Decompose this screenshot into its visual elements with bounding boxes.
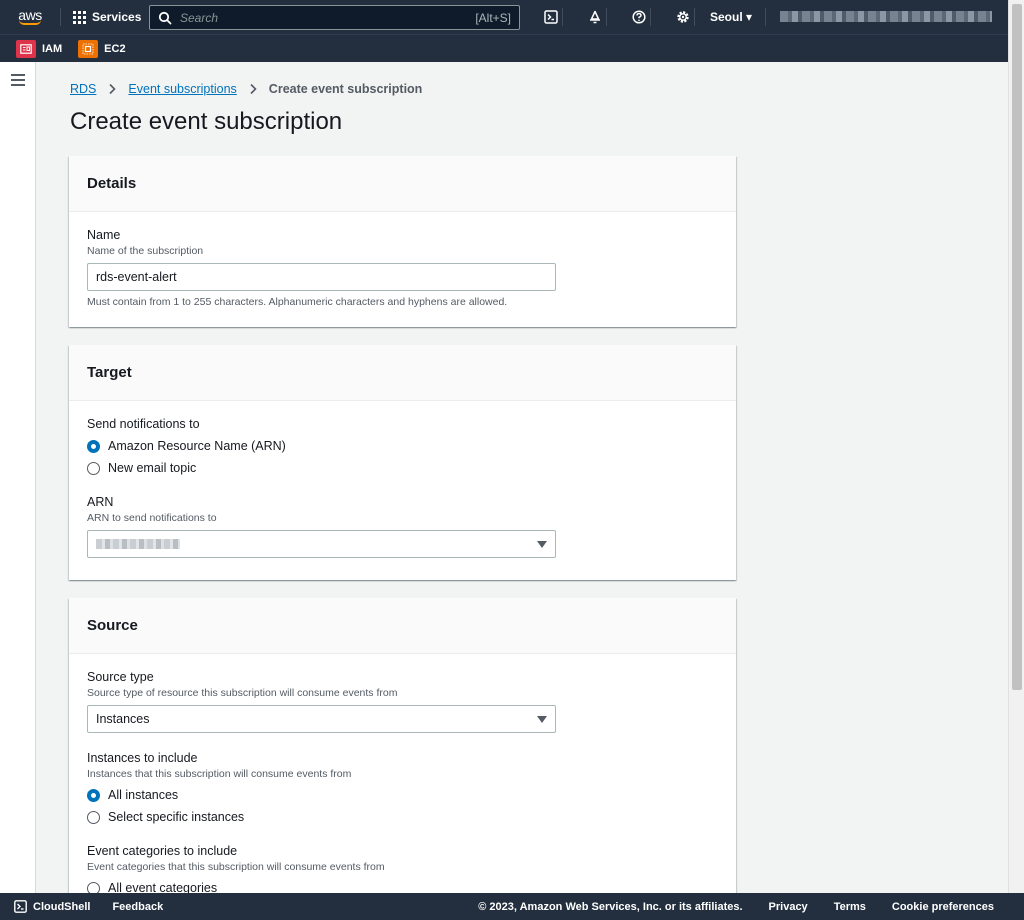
name-description: Name of the subscription — [87, 245, 204, 257]
grid-icon — [73, 10, 86, 24]
cloudshell-button[interactable] — [529, 0, 573, 34]
favorite-ec2-label: EC2 — [104, 42, 126, 55]
settings-button[interactable] — [661, 0, 705, 34]
radio-option-label: Select specific instances — [108, 810, 245, 824]
terms-link[interactable]: Terms — [834, 901, 866, 913]
cookie-preferences-link[interactable]: Cookie preferences — [892, 901, 994, 913]
favorite-iam[interactable]: IAM — [16, 39, 63, 58]
nav-divider — [694, 8, 695, 26]
send-notifications-label: Send notifications to — [87, 417, 200, 431]
nav-divider — [562, 8, 563, 26]
cloudshell-label: CloudShell — [33, 900, 91, 913]
breadcrumb: RDS Event subscriptions Create event sub… — [70, 82, 422, 96]
notifications-button[interactable] — [573, 0, 617, 34]
radio-option-label: New email topic — [108, 461, 197, 475]
account-menu-blurred[interactable] — [780, 11, 992, 22]
radio-option-label: All instances — [108, 788, 179, 802]
footer: CloudShell Feedback © 2023, Amazon Web S… — [0, 893, 1024, 920]
name-label: Name — [87, 228, 121, 242]
page-title: Create event subscription — [70, 108, 343, 135]
instances-to-include-label: Instances to include — [87, 751, 198, 765]
favorites-bar: IAM EC2 — [0, 34, 1008, 62]
favorite-iam-label: IAM — [42, 42, 63, 55]
privacy-link[interactable]: Privacy — [769, 901, 808, 913]
services-label: Services — [92, 10, 142, 24]
search-shortcut: [Alt+S] — [475, 10, 511, 25]
cloudshell-icon — [544, 10, 558, 24]
footer-links: © 2023, Amazon Web Services, Inc. or its… — [478, 901, 994, 913]
nav-divider — [606, 8, 607, 26]
scrollbar-thumb[interactable] — [1012, 4, 1022, 690]
details-panel-header: Details — [69, 156, 736, 212]
chevron-right-icon — [109, 83, 117, 95]
radio-option-label: Amazon Resource Name (ARN) — [108, 439, 286, 453]
radio-option-select-specific-instances[interactable]: Select specific instances — [87, 806, 718, 828]
subscription-name-input[interactable] — [87, 263, 556, 291]
page-scrollbar[interactable] — [1008, 0, 1024, 893]
arn-description: ARN to send notifications to — [87, 512, 217, 524]
radio-button-checked[interactable] — [87, 788, 100, 802]
aws-logo[interactable]: aws — [8, 0, 52, 34]
radio-button[interactable] — [87, 810, 100, 824]
target-panel: Target Send notifications to Amazon Reso… — [69, 345, 736, 580]
arn-value-blurred — [96, 539, 180, 549]
event-categories-label: Event categories to include — [87, 844, 238, 858]
search-icon — [158, 11, 172, 24]
source-panel-header: Source — [69, 598, 736, 654]
chevron-right-icon — [250, 83, 257, 95]
source-type-description: Source type of resource this subscriptio… — [87, 687, 398, 699]
side-navigation-rail — [0, 62, 36, 893]
instances-to-include-description: Instances that this subscription will co… — [87, 768, 352, 780]
details-panel: Details Name Name of the subscription Mu… — [69, 156, 736, 327]
radio-button-checked[interactable] — [87, 439, 100, 453]
nav-divider — [765, 8, 766, 26]
bell-icon — [590, 10, 600, 24]
caret-down-icon — [537, 540, 547, 548]
cloudshell-icon — [14, 900, 27, 913]
source-type-value: Instances — [96, 712, 150, 726]
radio-option-new-email-topic[interactable]: New email topic — [87, 457, 718, 479]
source-type-label: Source type — [87, 670, 154, 684]
aws-smile-icon — [19, 20, 41, 25]
arn-select[interactable] — [87, 530, 556, 558]
name-constraint-text: Must contain from 1 to 255 characters. A… — [87, 296, 508, 308]
favorite-ec2[interactable]: EC2 — [78, 39, 126, 58]
target-panel-header: Target — [69, 345, 736, 401]
caret-down-icon — [537, 715, 547, 723]
event-categories-description: Event categories that this subscription … — [87, 861, 385, 873]
help-button[interactable] — [617, 0, 661, 34]
nav-divider — [650, 8, 651, 26]
iam-service-icon — [16, 39, 36, 58]
search-input[interactable]: Search [Alt+S] — [149, 5, 520, 30]
breadcrumb-link-event-subscriptions[interactable]: Event subscriptions — [128, 82, 236, 96]
footer-cloudshell-button[interactable]: CloudShell — [14, 900, 90, 913]
menu-icon[interactable] — [11, 74, 25, 86]
nav-icon-group — [529, 0, 705, 34]
breadcrumb-link-rds[interactable]: RDS — [70, 82, 96, 96]
copyright-text: © 2023, Amazon Web Services, Inc. or its… — [478, 900, 743, 913]
radio-option-arn[interactable]: Amazon Resource Name (ARN) — [87, 435, 718, 457]
radio-button[interactable] — [87, 461, 100, 475]
region-selector[interactable]: Seoul ▾ — [710, 10, 752, 24]
source-type-select[interactable]: Instances — [87, 705, 556, 733]
ec2-service-icon — [78, 39, 99, 58]
breadcrumb-current: Create event subscription — [268, 82, 423, 96]
radio-option-all-instances[interactable]: All instances — [87, 784, 718, 806]
nav-divider — [60, 8, 61, 26]
gear-icon — [677, 11, 689, 23]
source-panel: Source Source type Source type of resour… — [69, 598, 736, 898]
search-placeholder: Search — [180, 10, 219, 25]
help-icon — [632, 10, 646, 24]
arn-label: ARN — [87, 495, 114, 509]
feedback-link[interactable]: Feedback — [112, 901, 163, 913]
services-menu-button[interactable]: Services — [73, 10, 141, 24]
